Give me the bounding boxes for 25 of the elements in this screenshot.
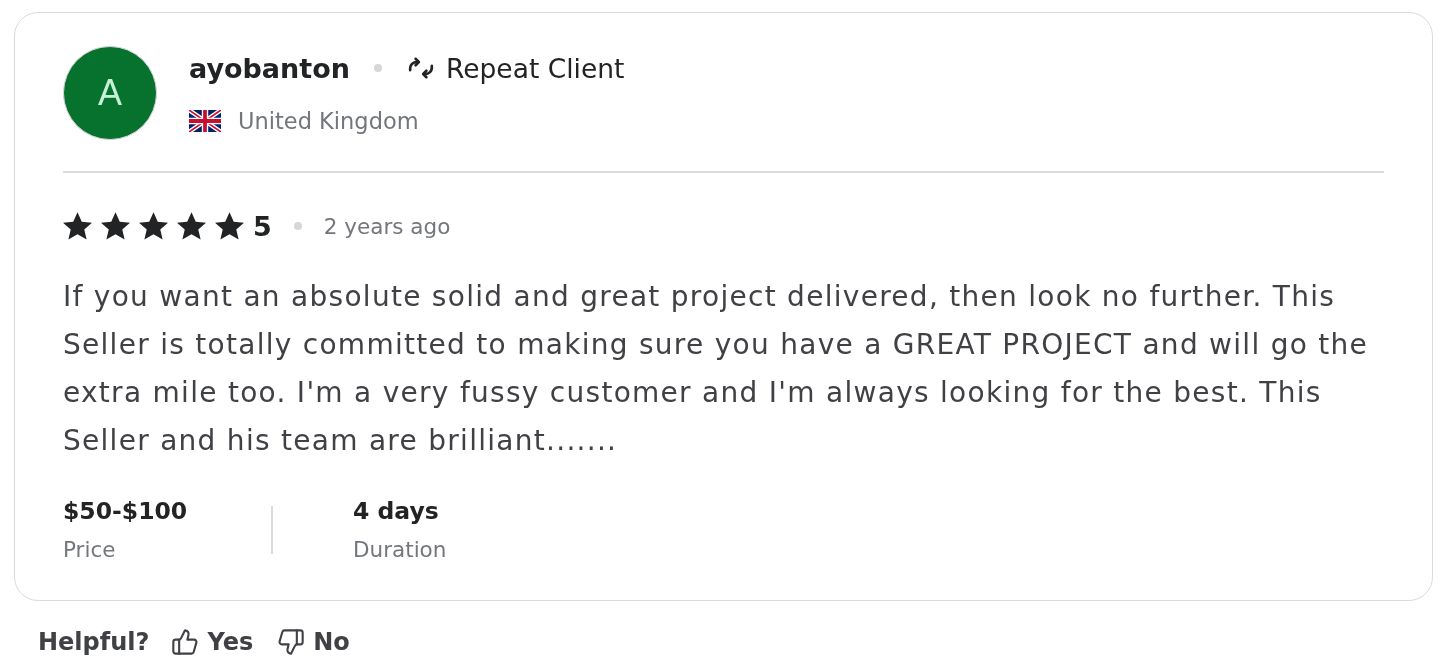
uk-flag-icon — [189, 110, 221, 132]
country-name: United Kingdom — [238, 108, 419, 134]
detail-label: Price — [63, 535, 117, 564]
star-icon — [101, 212, 130, 240]
repeat-client-label: Repeat Client — [446, 52, 625, 84]
detail-label: Duration — [353, 535, 447, 564]
dot-icon — [293, 222, 302, 230]
star-icon — [177, 212, 206, 240]
reviewer-name: ayobanton — [189, 52, 350, 84]
helpful-label: Helpful? — [38, 627, 150, 656]
rating-score: 5 — [253, 210, 272, 242]
no-vote-button[interactable]: No — [277, 627, 350, 656]
star-icon — [63, 212, 92, 240]
review-time: 2 years ago — [323, 213, 451, 239]
avatar: A — [63, 46, 157, 140]
detail-value: 4 days — [353, 495, 440, 526]
yes-vote-button[interactable]: Yes — [171, 627, 254, 656]
thumbs-down-icon — [277, 627, 306, 656]
cycle-arrows-icon — [406, 55, 436, 81]
review-text: If you want an absolute solid and great project delivered, then look no further. This Seller is totally committed to making sure you have a GREAT PROJECT and will go the extra mile too. I'm a very fussy customer and I'm always looking for the best. This Seller and his team are brilliant....... — [63, 278, 1370, 459]
dot-icon — [374, 64, 382, 72]
star-icon — [139, 212, 168, 240]
detail-value: $50-$100 — [63, 495, 189, 526]
star-icon — [215, 212, 244, 240]
thumbs-up-icon — [171, 627, 200, 656]
